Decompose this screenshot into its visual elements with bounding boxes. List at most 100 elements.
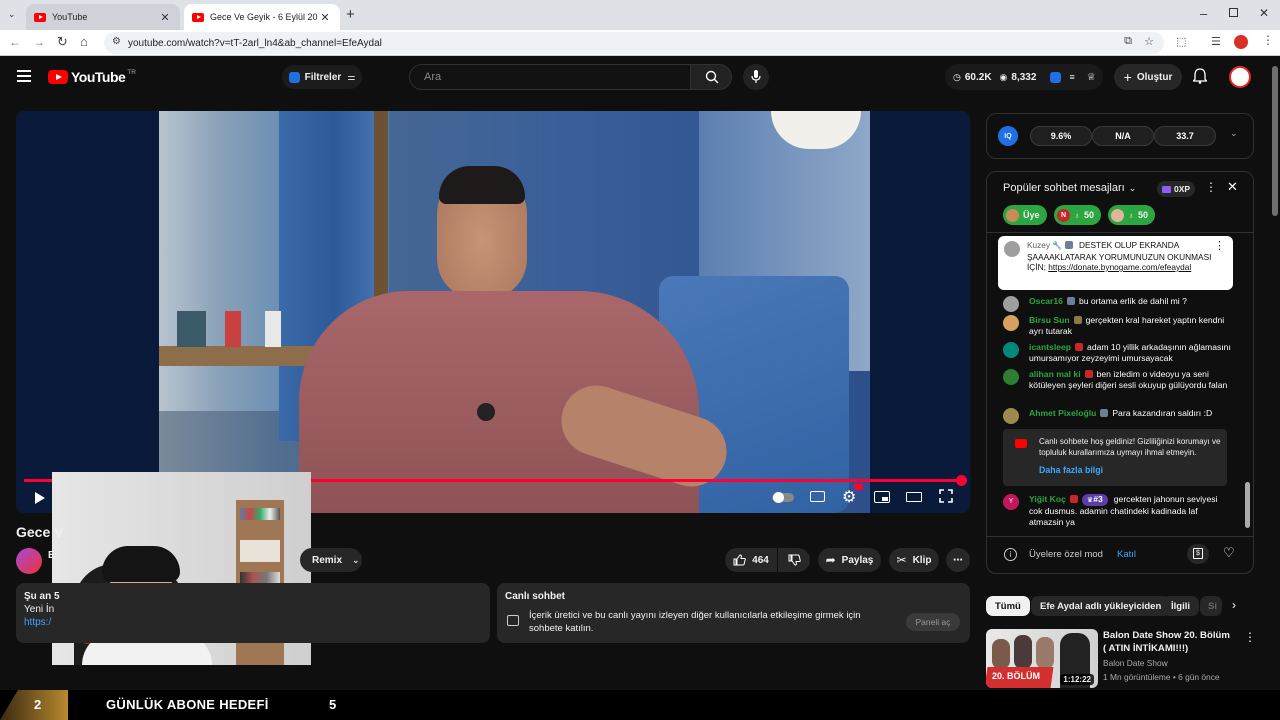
- more-vertical-icon[interactable]: ⋮: [1244, 630, 1256, 644]
- supporter-pill[interactable]: N ♁ 50: [1054, 205, 1102, 225]
- install-icon[interactable]: ⧉: [1124, 35, 1132, 48]
- search-button[interactable]: [690, 64, 732, 90]
- page-scrollbar[interactable]: [1271, 60, 1279, 690]
- more-vertical-icon[interactable]: ⋮: [1214, 241, 1225, 252]
- video-player[interactable]: ⚙: [16, 111, 970, 513]
- subtitles-icon[interactable]: [810, 491, 825, 502]
- extensions-icon[interactable]: ⬚: [1176, 35, 1186, 48]
- search-input[interactable]: Ara: [409, 64, 691, 90]
- heart-icon[interactable]: ♡: [1223, 545, 1235, 561]
- chat-message[interactable]: Birsu Sun gerçekten kral hareket yaptın k…: [1003, 315, 1233, 337]
- xp-badge[interactable]: 0XP: [1157, 181, 1196, 197]
- chat-message[interactable]: alihan mal ki ben izledim o videoyu ya se…: [1003, 369, 1233, 391]
- recommended-channel[interactable]: Balon Date Show: [1103, 658, 1168, 668]
- progress-scrubber[interactable]: [956, 475, 967, 486]
- chat-message[interactable]: icantsleep adam 10 yillik arkadaşının ağl…: [1003, 342, 1233, 364]
- chat-scrollbar[interactable]: [1245, 238, 1250, 530]
- live-chat-card: Canlı sohbet İçerik üretici ve bu canlı …: [497, 583, 970, 643]
- youtube-logo[interactable]: YouTube TR: [48, 69, 136, 85]
- channel-avatar[interactable]: [16, 548, 42, 574]
- close-icon[interactable]: ✕: [158, 11, 172, 24]
- miniplayer-icon[interactable]: [874, 491, 890, 503]
- theater-mode-icon[interactable]: [906, 492, 922, 502]
- chat-more-icon[interactable]: ⋮: [1205, 180, 1217, 194]
- description-link[interactable]: https:/: [24, 617, 482, 628]
- like-button[interactable]: 464: [725, 548, 777, 572]
- members-mode-text: Üyelere özel mod: [1029, 549, 1103, 560]
- clip-button[interactable]: ✂ Klip: [889, 548, 939, 572]
- browser-menu-icon[interactable]: ⋮: [1262, 33, 1274, 47]
- info-icon[interactable]: i: [1004, 548, 1017, 561]
- stats-pill[interactable]: ◷ 60.2K ◉ 8,332 ≡ ♕: [945, 64, 1103, 90]
- chip-from-uploader[interactable]: Efe Aydal adlı yükleyiciden: [1031, 596, 1171, 616]
- chip-partial[interactable]: Si: [1200, 596, 1222, 616]
- back-arrow-icon[interactable]: ←: [9, 35, 21, 49]
- bookmark-star-icon[interactable]: ☆: [1144, 35, 1154, 48]
- hamburger-menu-icon[interactable]: [17, 70, 31, 82]
- member-pill[interactable]: Üye: [1003, 205, 1047, 225]
- chevron-right-icon[interactable]: ›: [1232, 598, 1236, 612]
- chat-author[interactable]: Yiğit Koç: [1029, 494, 1066, 504]
- xp-value: 0XP: [1174, 184, 1191, 194]
- share-button[interactable]: ➦ Paylaş: [818, 548, 881, 572]
- chip-all[interactable]: Tümü: [986, 596, 1030, 616]
- chat-author[interactable]: Ahmet Pixeloğlu: [1029, 408, 1096, 418]
- chevron-down-icon[interactable]: ⌄: [1230, 128, 1238, 139]
- url-bar[interactable]: ⚙ youtube.com/watch?v=tT-2arl_ln4&ab_cha…: [104, 32, 1164, 54]
- home-icon[interactable]: ⌂: [80, 34, 88, 49]
- close-icon[interactable]: ✕: [318, 11, 332, 24]
- tab-list-chevron-icon[interactable]: ⌄: [8, 9, 16, 20]
- recommended-title[interactable]: Balon Date Show 20. Bölüm ( ATIN İNTİKAM…: [1103, 629, 1233, 655]
- remix-button[interactable]: Remix ⌄: [300, 548, 362, 572]
- new-tab-plus-icon[interactable]: +: [346, 6, 355, 23]
- notifications-bell-icon[interactable]: [1193, 68, 1207, 84]
- autoplay-toggle[interactable]: [772, 492, 794, 503]
- tab-youtube[interactable]: YouTube ✕: [26, 4, 180, 30]
- restore-icon[interactable]: [1229, 8, 1238, 17]
- chat-author[interactable]: Birsu Sun: [1029, 315, 1070, 325]
- pinned-message[interactable]: Kuzey 🔧 DESTEK OLUP EKRANDA ŞAAAAKLATARA…: [998, 236, 1233, 290]
- profile-avatar[interactable]: [1234, 35, 1248, 49]
- chat-mode-dropdown[interactable]: Popüler sohbet mesajları ⌄: [1003, 182, 1136, 194]
- window-close-icon[interactable]: ✕: [1259, 6, 1269, 20]
- recommended-thumbnail[interactable]: 20. BÖLÜM 1:12:22: [986, 629, 1098, 688]
- chip-related[interactable]: İlgili: [1162, 596, 1199, 616]
- join-link[interactable]: Katıl: [1117, 549, 1136, 560]
- reload-icon[interactable]: ↻: [57, 34, 68, 50]
- description-box[interactable]: Şu an 5 Yeni İn https:/: [16, 583, 490, 643]
- live-chat-card-title: Canlı sohbet: [505, 591, 566, 602]
- chat-message[interactable]: Y Yiğit Koç ♛#3 gercekten jahonun seviyesi…: [1003, 494, 1233, 528]
- youtube-logo-icon: [1015, 439, 1027, 448]
- super-chat-button[interactable]: $: [1187, 544, 1209, 564]
- chat-close-icon[interactable]: ✕: [1227, 179, 1238, 195]
- chat-author[interactable]: Oscar16: [1029, 296, 1063, 306]
- pinned-link[interactable]: https://donate.bynogame.com/efeaydal: [1048, 262, 1191, 272]
- settings-gear-icon[interactable]: ⚙: [842, 487, 856, 507]
- reading-list-icon[interactable]: ☰: [1211, 35, 1221, 48]
- channel-name[interactable]: E: [48, 550, 55, 561]
- more-actions-button[interactable]: ⋯: [946, 548, 970, 572]
- tab-active-video[interactable]: Gece Ve Geyik - 6 Eylül 2025 - Y ✕: [184, 4, 340, 30]
- eye-icon: ◉: [999, 71, 1008, 82]
- filters-button[interactable]: Filtreler ⚌: [282, 65, 362, 89]
- chat-author[interactable]: icantsleep: [1029, 342, 1071, 352]
- dislike-button[interactable]: [778, 548, 810, 572]
- account-avatar[interactable]: [1229, 66, 1251, 88]
- play-button[interactable]: [34, 491, 46, 505]
- supporter-pill[interactable]: ♁ 50: [1108, 205, 1156, 225]
- create-button[interactable]: + Oluştur: [1114, 64, 1182, 90]
- minimize-icon[interactable]: –: [1200, 6, 1207, 21]
- learn-more-link[interactable]: Daha fazla bilgi: [1039, 465, 1103, 475]
- clip-label: Klip: [912, 554, 932, 566]
- chat-message[interactable]: Oscar16 bu ortama erlik de dahil mi ?: [1003, 296, 1233, 312]
- chat-message[interactable]: Ahmet Pixeloğlu Para kazandıran saldırı :…: [1003, 408, 1233, 424]
- member-badge-icon: [1075, 343, 1084, 351]
- rank-badge: ♛#3: [1081, 494, 1108, 506]
- forward-arrow-icon[interactable]: →: [33, 35, 45, 49]
- voice-search-button[interactable]: [743, 64, 769, 90]
- trophy-icon: ♕: [1086, 71, 1096, 83]
- open-panel-button[interactable]: Paneli aç: [906, 613, 960, 631]
- site-info-icon[interactable]: ⚙: [112, 36, 121, 47]
- chat-author[interactable]: alihan mal ki: [1029, 369, 1081, 379]
- fullscreen-icon[interactable]: [939, 489, 953, 503]
